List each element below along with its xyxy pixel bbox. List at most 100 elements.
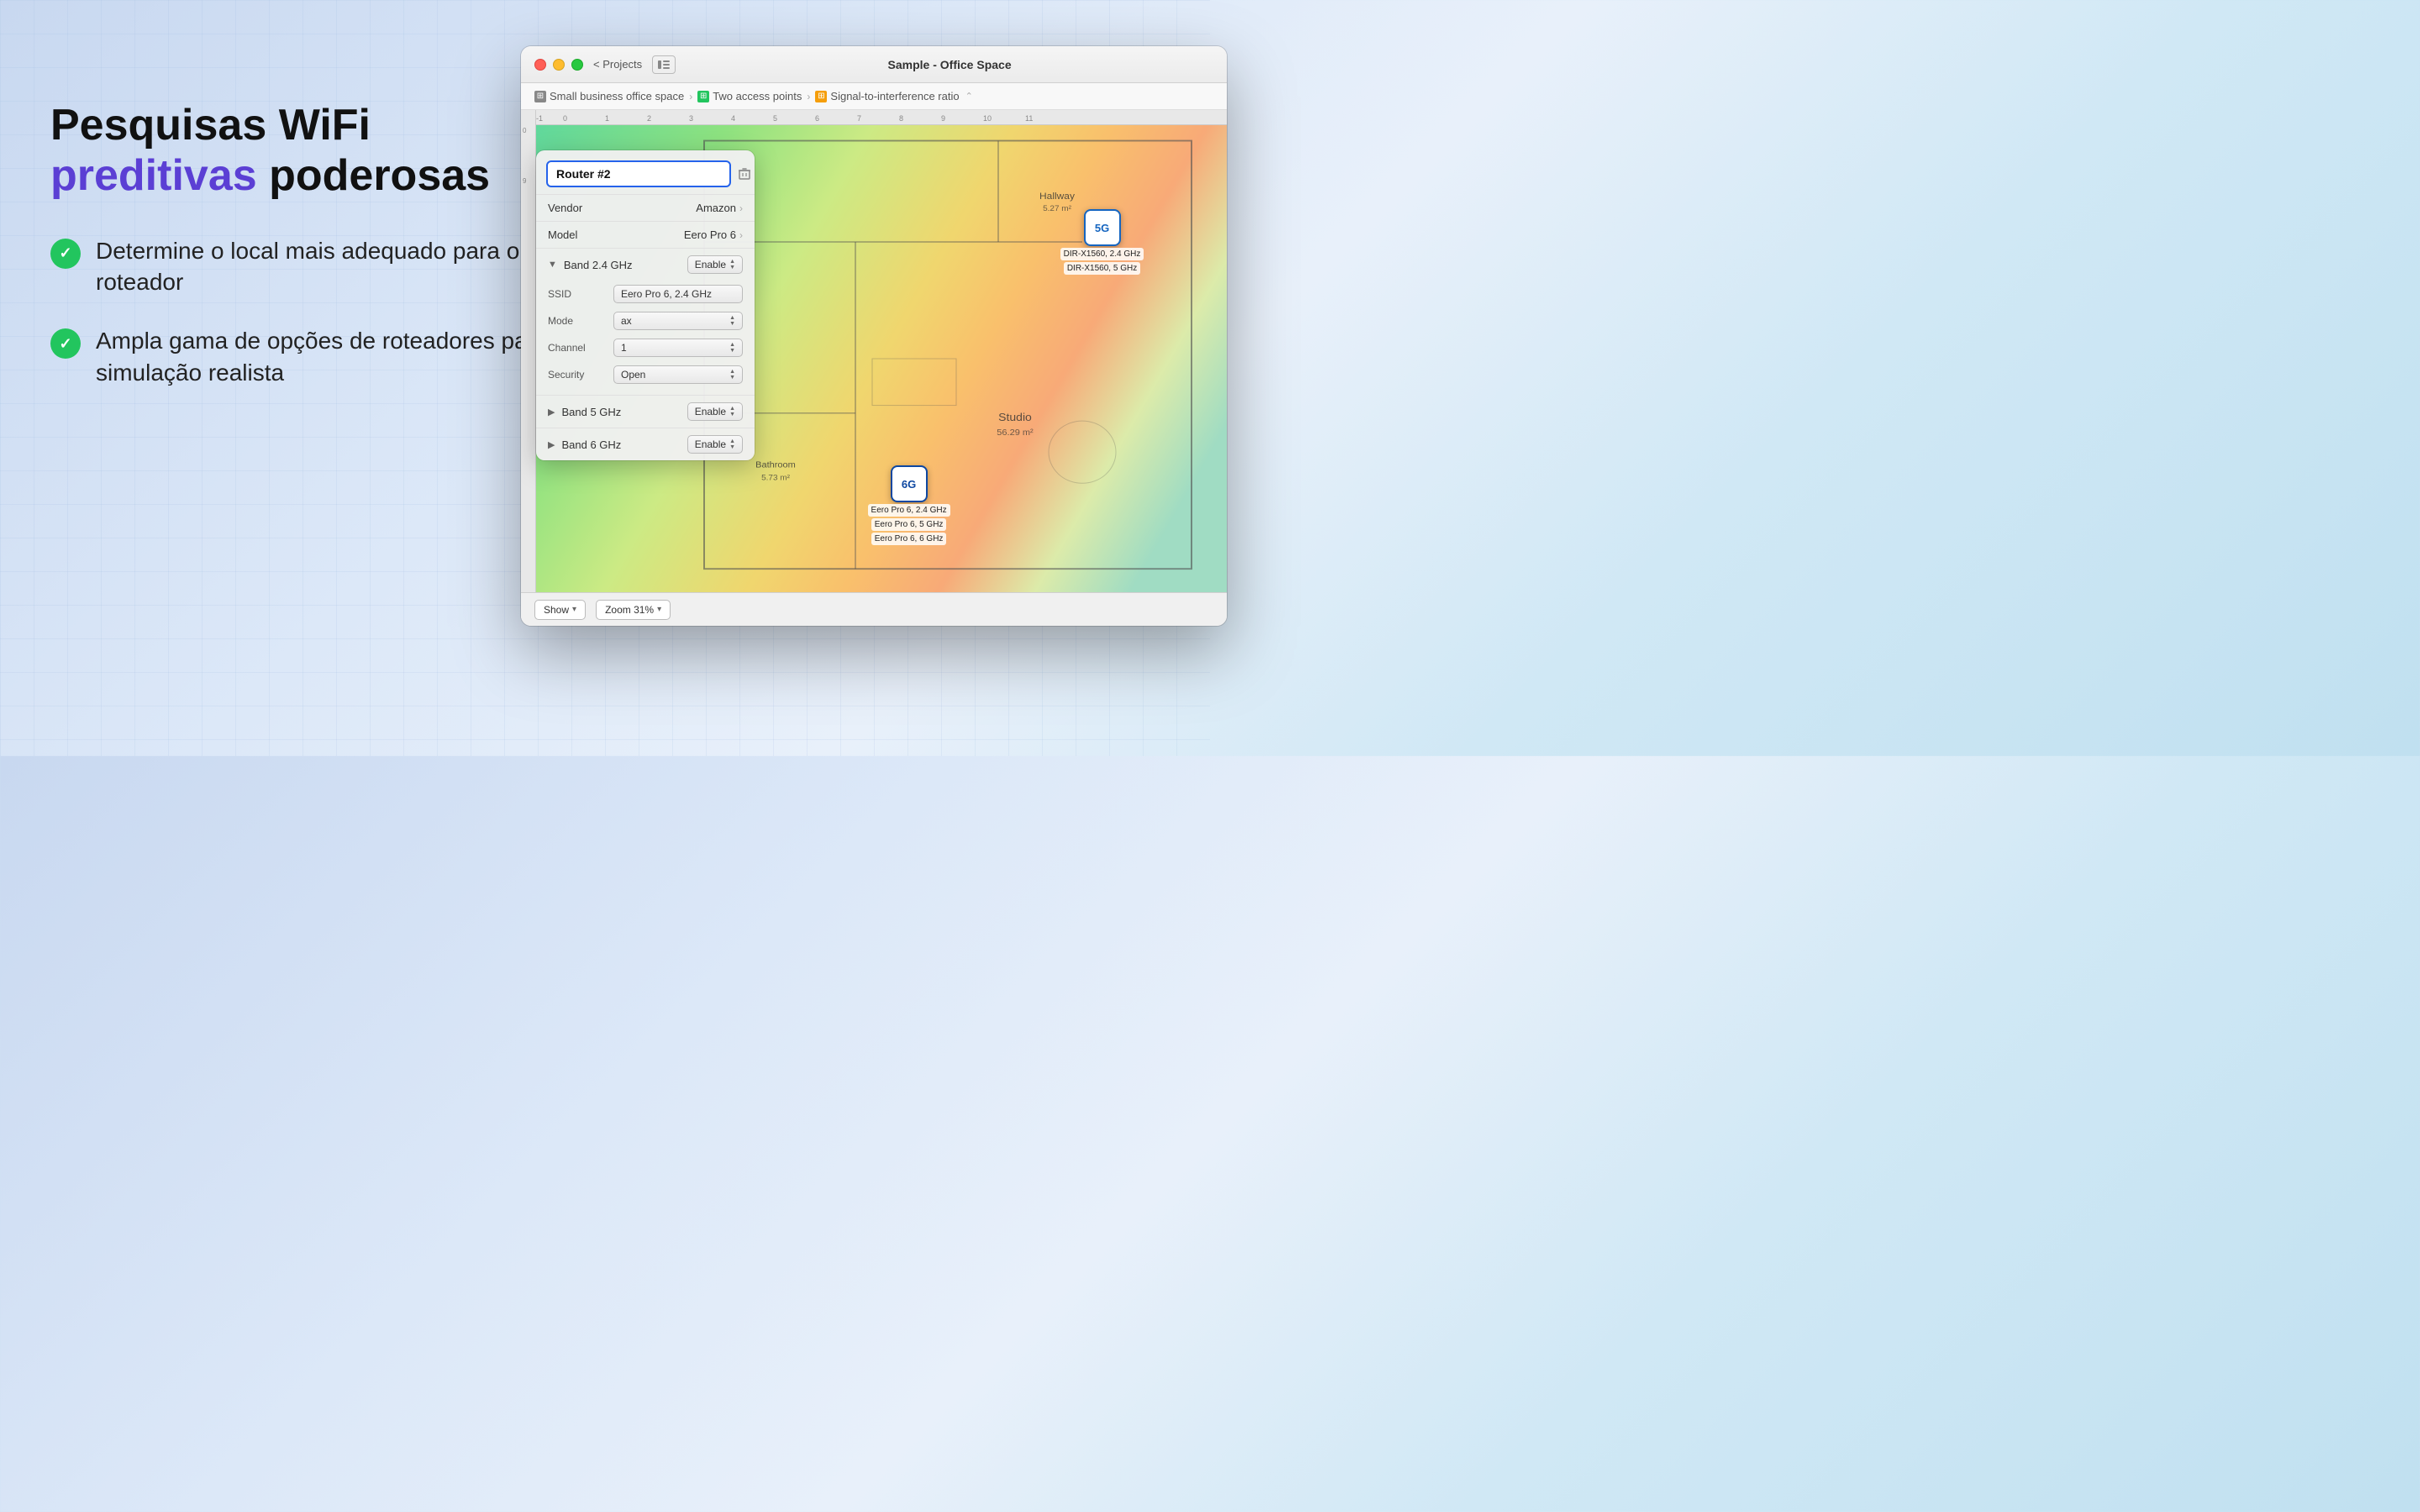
- title-bar: < Projects Sample - Office Space: [521, 46, 1227, 83]
- close-button[interactable]: [534, 59, 546, 71]
- sidebar-toggle-button[interactable]: [652, 55, 676, 74]
- mode-select[interactable]: ax ▲▼: [613, 312, 743, 330]
- feature-item-2: Ampla gama de opções de roteadores para …: [50, 325, 571, 389]
- window-title: Sample - Office Space: [686, 58, 1213, 71]
- channel-label: Channel: [548, 342, 607, 354]
- band-5-enable-select[interactable]: Enable ▲▼: [687, 402, 743, 421]
- router-2-label-1: Eero Pro 6, 2.4 GHz: [868, 504, 950, 517]
- delete-router-button[interactable]: [738, 161, 751, 186]
- ssid-input[interactable]: [613, 285, 743, 303]
- band-6-title: Band 6 GHz: [561, 438, 680, 451]
- show-label: Show: [544, 604, 569, 616]
- mode-row: Mode ax ▲▼: [548, 307, 743, 334]
- svg-text:5.73 m²: 5.73 m²: [761, 474, 791, 483]
- model-row[interactable]: Model Eero Pro 6 ›: [536, 221, 755, 248]
- breadcrumb-item-2[interactable]: ⊞ Two access points: [697, 90, 802, 102]
- ssid-label: SSID: [548, 288, 607, 300]
- traffic-lights: [534, 59, 583, 71]
- breadcrumb-bar: ⊞ Small business office space › ⊞ Two ac…: [521, 83, 1227, 110]
- band-24-enable-box: Enable ▲ ▼: [687, 255, 743, 274]
- band-5-header: ▶ Band 5 GHz Enable ▲▼: [536, 396, 755, 428]
- feature-text-2: Ampla gama de opções de roteadores para …: [96, 325, 571, 389]
- headline-highlight: preditivas: [50, 151, 257, 200]
- svg-text:Studio: Studio: [998, 412, 1032, 423]
- mode-label: Mode: [548, 315, 607, 327]
- band-24-title: Band 2.4 GHz: [564, 259, 681, 271]
- band-24-header: ▼ Band 2.4 GHz Enable ▲ ▼: [536, 249, 755, 281]
- vendor-text: Amazon: [696, 202, 736, 214]
- zoom-button[interactable]: Zoom 31% ▾: [596, 600, 671, 620]
- breadcrumb-item-1[interactable]: ⊞ Small business office space: [534, 90, 684, 102]
- router-icon-5g: 5G: [1084, 209, 1121, 246]
- band-24-enable-label: Enable: [695, 259, 726, 270]
- model-arrow-icon: ›: [739, 229, 743, 241]
- channel-value[interactable]: 1 ▲▼: [613, 339, 743, 357]
- headline-rest: poderosas: [257, 151, 490, 200]
- check-icon-2: [50, 328, 81, 359]
- main-content: -1 0 1 2 3 4 5 6 7 8 9 10 11 0 9: [521, 110, 1227, 626]
- zoom-chevron-icon: ▾: [657, 605, 661, 614]
- channel-select[interactable]: 1 ▲▼: [613, 339, 743, 357]
- feature-item-1: Determine o local mais adequado para o r…: [50, 235, 571, 299]
- band-5-toggle-icon[interactable]: ▶: [548, 407, 555, 417]
- router-icon-6g: 6G: [891, 465, 928, 502]
- router-2-label-3: Eero Pro 6, 6 GHz: [871, 533, 947, 545]
- router-config-panel: Vendor Amazon › Model Eero Pro 6 ›: [536, 150, 755, 460]
- bottom-toolbar: Show ▾ Zoom 31% ▾: [521, 592, 1227, 626]
- vendor-row[interactable]: Vendor Amazon ›: [536, 194, 755, 221]
- ruler-horizontal: -1 0 1 2 3 4 5 6 7 8 9 10 11: [521, 110, 1227, 125]
- model-value: Eero Pro 6 ›: [684, 228, 743, 241]
- band-24-section: ▼ Band 2.4 GHz Enable ▲ ▼: [536, 248, 755, 395]
- check-icon-1: [50, 239, 81, 269]
- breadcrumb-label-1: Small business office space: [550, 90, 684, 102]
- floorplan-heatmap: Hallway 5.27 m² Studio 56.29 m² Bathroom…: [536, 125, 1227, 592]
- ssid-row: SSID: [548, 281, 743, 307]
- breadcrumb-label-3: Signal-to-interference ratio: [830, 90, 959, 102]
- projects-nav-label: < Projects: [593, 58, 642, 71]
- breadcrumb-item-3[interactable]: ⊞ Signal-to-interference ratio ⌃: [815, 90, 972, 102]
- router-2-label-2: Eero Pro 6, 5 GHz: [871, 518, 947, 531]
- breadcrumb-sep-2: ›: [807, 91, 810, 102]
- band-6-toggle-icon[interactable]: ▶: [548, 439, 555, 450]
- band-24-toggle-icon[interactable]: ▼: [548, 260, 557, 270]
- maximize-button[interactable]: [571, 59, 583, 71]
- projects-nav-button[interactable]: < Projects: [593, 58, 642, 71]
- minimize-button[interactable]: [553, 59, 565, 71]
- mode-stepper: ▲▼: [729, 315, 735, 327]
- svg-text:Bathroom: Bathroom: [755, 460, 796, 470]
- ruler-vertical: 0 9: [521, 110, 536, 626]
- macos-window: < Projects Sample - Office Space ⊞ Small…: [521, 46, 1227, 626]
- headline: Pesquisas WiFi preditivas poderosas: [50, 101, 571, 202]
- svg-text:56.29 m²: 56.29 m²: [997, 428, 1034, 438]
- band-24-stepper: ▲ ▼: [729, 259, 735, 270]
- config-header: [536, 150, 755, 194]
- vendor-value: Amazon ›: [696, 202, 743, 214]
- band-6-enable-select[interactable]: Enable ▲▼: [687, 435, 743, 454]
- security-text: Open: [621, 369, 645, 381]
- band-6-section: ▶ Band 6 GHz Enable ▲▼: [536, 428, 755, 460]
- model-label: Model: [548, 228, 684, 241]
- security-select[interactable]: Open ▲▼: [613, 365, 743, 384]
- channel-stepper: ▲▼: [729, 342, 735, 354]
- router-name-input[interactable]: [546, 160, 731, 187]
- band-5-stepper: ▲▼: [729, 406, 735, 417]
- router-pin-2[interactable]: 6G Eero Pro 6, 2.4 GHz Eero Pro 6, 5 GHz…: [868, 465, 950, 545]
- band-6-header: ▶ Band 6 GHz Enable ▲▼: [536, 428, 755, 460]
- router-1-label-2: DIR-X1560, 5 GHz: [1064, 262, 1140, 275]
- band-5-title: Band 5 GHz: [561, 406, 680, 418]
- chart-icon: ⊞: [815, 91, 827, 102]
- ssid-value[interactable]: [613, 285, 743, 303]
- band-5-enable-box: Enable ▲▼: [687, 402, 743, 421]
- show-chevron-icon: ▾: [572, 605, 576, 614]
- mode-value[interactable]: ax ▲▼: [613, 312, 743, 330]
- left-panel: Pesquisas WiFi preditivas poderosas Dete…: [50, 101, 571, 389]
- features-list: Determine o local mais adequado para o r…: [50, 235, 571, 389]
- show-button[interactable]: Show ▾: [534, 600, 586, 620]
- breadcrumb-sep-1: ›: [689, 91, 692, 102]
- channel-row: Channel 1 ▲▼: [548, 334, 743, 361]
- router-pin-1[interactable]: 5G DIR-X1560, 2.4 GHz DIR-X1560, 5 GHz: [1060, 209, 1144, 275]
- band-24-enable-select[interactable]: Enable ▲ ▼: [687, 255, 743, 274]
- channel-text: 1: [621, 342, 627, 354]
- band-6-enable-label: Enable: [695, 438, 726, 450]
- security-value[interactable]: Open ▲▼: [613, 365, 743, 384]
